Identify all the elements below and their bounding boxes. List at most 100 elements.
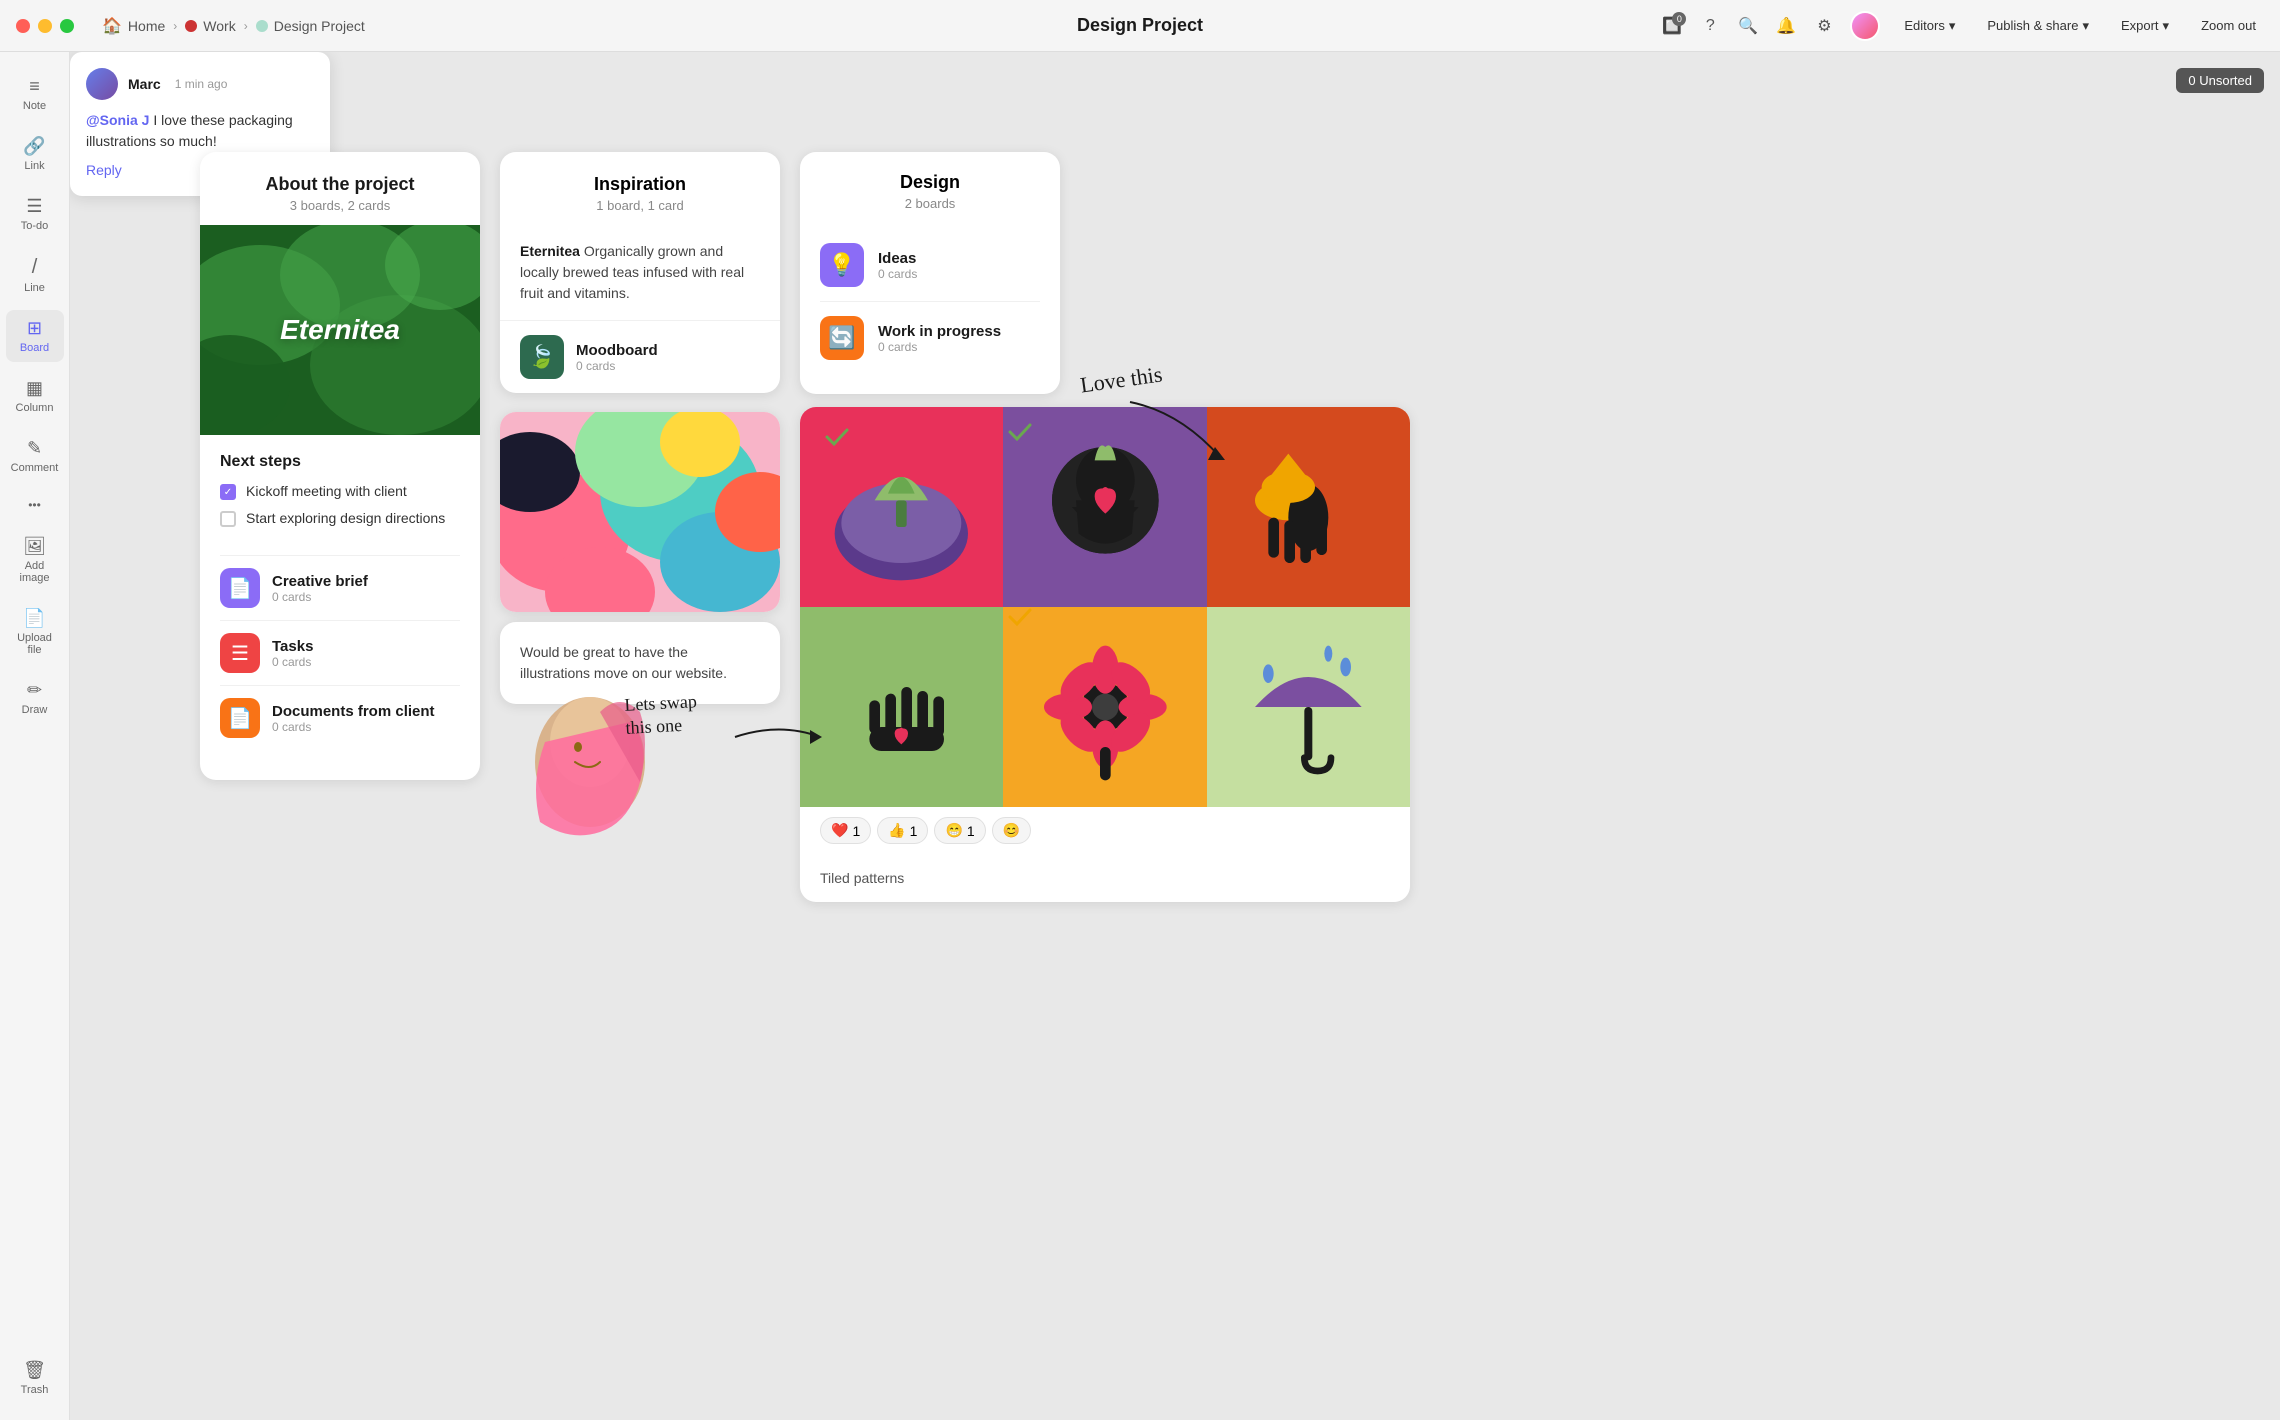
bottom-text-content: Would be great to have the illustrations… [520, 644, 727, 681]
more-icon: ••• [28, 498, 41, 512]
editors-button[interactable]: Editors ▾ [1896, 14, 1963, 38]
inspiration-title: Inspiration [520, 174, 760, 195]
design-sub: 2 boards [820, 196, 1040, 211]
breadcrumb-home[interactable]: 🏠 Home [102, 16, 165, 36]
ideas-info: Ideas 0 cards [878, 250, 917, 281]
sidebar-item-more[interactable]: ••• [6, 490, 64, 520]
sidebar-item-upload[interactable]: 📄 Upload file [6, 600, 64, 664]
link-label: Link [24, 160, 44, 172]
sidebar-item-note[interactable]: ≡ Note [6, 68, 64, 120]
board-item-creative-brief[interactable]: 📄 Creative brief 0 cards [220, 555, 460, 620]
checkbox-1[interactable]: ✓ [220, 484, 236, 500]
checkbox-2[interactable] [220, 511, 236, 527]
inspiration-text: Eternitea Organically grown and locally … [520, 243, 744, 301]
reaction-grin[interactable]: 😁 1 [934, 817, 985, 844]
checklist-item-1[interactable]: ✓ Kickoff meeting with client [220, 483, 460, 500]
reaction-heart[interactable]: ❤️ 1 [820, 817, 871, 844]
breadcrumb-design-project[interactable]: Design Project [256, 18, 365, 34]
sidebar-item-trash[interactable]: 🗑 Trash [6, 1352, 64, 1404]
design-item-wip[interactable]: 🔄 Work in progress 0 cards [820, 302, 1040, 374]
documents-sub: 0 cards [272, 720, 435, 734]
tile-2 [1003, 407, 1206, 607]
board-item-tasks[interactable]: ☰ Tasks 0 cards [220, 620, 460, 685]
export-button[interactable]: Export ▾ [2113, 14, 2177, 38]
sidebar-item-line[interactable]: / Line [6, 248, 64, 302]
design-title: Design [820, 172, 1040, 193]
about-card: About the project 3 boards, 2 cards Eter… [200, 152, 480, 780]
board-item-documents[interactable]: 📄 Documents from client 0 cards [220, 685, 460, 750]
sidebar-item-board[interactable]: ⊞ Board [6, 310, 64, 362]
bell-icon[interactable]: 🔔 [1776, 16, 1796, 36]
about-card-header: About the project 3 boards, 2 cards [200, 152, 480, 225]
inspiration-card: Inspiration 1 board, 1 card Eternitea Or… [500, 152, 780, 393]
todo-icon: ☰ [26, 196, 42, 217]
sidebar-item-todo[interactable]: ☰ To-do [6, 188, 64, 240]
column-icon: ▦ [26, 378, 43, 399]
inspiration-brand: Eternitea [520, 243, 580, 259]
counter-icon: 🔲 0 [1662, 16, 1682, 36]
inspiration-text-block: Eternitea Organically grown and locally … [500, 225, 780, 321]
traffic-light-minimize[interactable] [38, 19, 52, 33]
next-steps-title: Next steps [220, 453, 460, 471]
titlebar: 🏠 Home › Work › Design Project Design Pr… [0, 0, 2280, 52]
tiled-patterns-card: ❤️ 1 👍 1 😁 1 😊 Tiled patterns [800, 407, 1410, 902]
link-icon: 🔗 [23, 136, 45, 157]
reaction-thumbsup[interactable]: 👍 1 [877, 817, 928, 844]
sidebar: ≡ Note 🔗 Link ☰ To-do / Line ⊞ Board ▦ C… [0, 52, 70, 1420]
comment-icon: ✎ [27, 438, 42, 459]
titlebar-actions: 🔲 0 ? 🔍 🔔 ⚙ Editors ▾ Publish & share ▾ … [1662, 11, 2264, 41]
documents-icon: 📄 [220, 698, 260, 738]
inspiration-header: Inspiration 1 board, 1 card [500, 152, 780, 225]
heart-count: 1 [852, 823, 860, 839]
sidebar-item-comment[interactable]: ✎ Comment [6, 430, 64, 482]
thumbsup-emoji: 👍 [888, 822, 905, 839]
grin-count: 1 [967, 823, 975, 839]
moodboard-info: Moodboard 0 cards [576, 342, 658, 373]
upload-label: Upload file [12, 632, 58, 656]
help-icon[interactable]: ? [1700, 16, 1720, 36]
sidebar-item-add-image[interactable]: 🖼 Add image [6, 528, 64, 592]
comment-text: @Sonia J I love these packaging illustra… [86, 110, 314, 152]
tasks-icon: ☰ [220, 633, 260, 673]
avatar-group [1850, 11, 1880, 41]
comment-mention[interactable]: @Sonia J [86, 112, 149, 128]
moodboard-item[interactable]: 🍃 Moodboard 0 cards [500, 321, 780, 393]
zoom-button[interactable]: Zoom out [2193, 14, 2264, 37]
note-label: Note [23, 100, 46, 112]
settings-icon[interactable]: ⚙ [1814, 16, 1834, 36]
design-item-ideas[interactable]: 💡 Ideas 0 cards [820, 229, 1040, 302]
unsorted-badge[interactable]: 0 Unsorted [2176, 68, 2264, 93]
board-label: Board [20, 342, 49, 354]
sidebar-item-link[interactable]: 🔗 Link [6, 128, 64, 180]
reaction-add[interactable]: 😊 [992, 817, 1031, 844]
comment-author: Marc [128, 76, 161, 92]
tasks-title: Tasks [272, 638, 313, 655]
heart-emoji: ❤️ [831, 822, 848, 839]
breadcrumb-project-label: Design Project [274, 18, 365, 34]
moodboard-icon: 🍃 [520, 335, 564, 379]
sidebar-item-column[interactable]: ▦ Column [6, 370, 64, 422]
add-image-label: Add image [12, 560, 58, 584]
board-icon: ⊞ [27, 318, 42, 339]
add-image-icon: 🖼 [23, 536, 46, 557]
documents-info: Documents from client 0 cards [272, 703, 435, 734]
reply-button[interactable]: Reply [86, 162, 122, 178]
creative-brief-icon: 📄 [220, 568, 260, 608]
commenter-avatar [86, 68, 118, 100]
tile-5 [1003, 607, 1206, 807]
add-emoji: 😊 [1003, 822, 1020, 839]
search-icon[interactable]: 🔍 [1738, 16, 1758, 36]
inspiration-sub: 1 board, 1 card [520, 198, 760, 213]
traffic-light-close[interactable] [16, 19, 30, 33]
tasks-sub: 0 cards [272, 655, 313, 669]
moodboard-sub: 0 cards [576, 359, 658, 373]
traffic-light-fullscreen[interactable] [60, 19, 74, 33]
checklist-item-2[interactable]: Start exploring design directions [220, 510, 460, 527]
sidebar-item-draw[interactable]: ✏ Draw [6, 672, 64, 724]
publish-share-button[interactable]: Publish & share ▾ [1979, 14, 2097, 38]
breadcrumb-work[interactable]: Work [185, 18, 235, 34]
trash-label: Trash [21, 1384, 49, 1396]
brand-logo: Eternitea [280, 314, 400, 346]
comment-header: Marc 1 min ago [86, 68, 314, 100]
tasks-info: Tasks 0 cards [272, 638, 313, 669]
